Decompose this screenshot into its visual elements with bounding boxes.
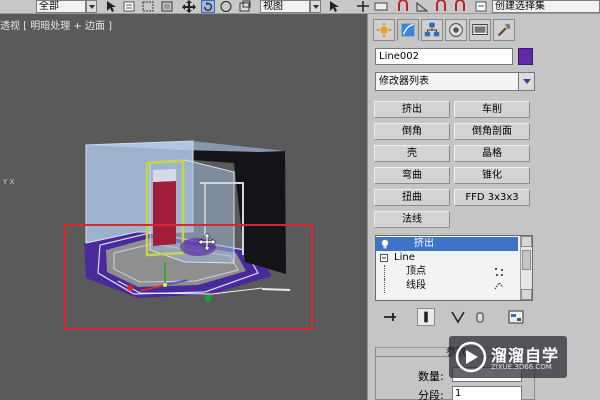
modifier-stack-list[interactable]: 挤出 Line 顶点 线段 [375, 235, 533, 301]
modify-tab-icon[interactable] [397, 19, 419, 41]
modifier-list-arrow-icon[interactable] [518, 72, 535, 91]
percent-snap-icon[interactable] [434, 0, 448, 13]
named-selection-field[interactable]: 创建选择集 [492, 0, 600, 13]
highlight-rectangle [64, 224, 313, 330]
region-select-icon[interactable] [141, 0, 155, 13]
viewport-axis-tripod: Y X [3, 178, 15, 186]
reference-coord-dropdown[interactable]: 视图 [260, 0, 310, 13]
motion-tab-icon[interactable] [445, 19, 467, 41]
modifier-button-extrude[interactable]: 挤出 [374, 101, 450, 118]
scale-box-icon[interactable] [238, 0, 252, 13]
stack-item-extrude[interactable]: 挤出 [376, 237, 518, 251]
watermark-logo-icon [455, 341, 487, 373]
hierarchy-tab-icon[interactable] [421, 19, 443, 41]
modifier-button-normal[interactable]: 法线 [374, 211, 450, 228]
modifier-button-shell[interactable]: 壳 [374, 145, 450, 162]
collapse-icon[interactable] [380, 254, 388, 262]
stack-item-label: 挤出 [414, 238, 434, 249]
stack-item-label: 顶点 [406, 266, 426, 277]
vertex-dots-icon [495, 268, 503, 276]
edit-named-selection-icon[interactable] [474, 0, 488, 13]
make-unique-icon[interactable] [449, 308, 467, 326]
reference-coord-arrow-icon[interactable] [310, 0, 321, 13]
window-crossing-icon[interactable] [160, 0, 174, 13]
segments-label: 分段: [418, 389, 444, 400]
stack-tools [375, 308, 535, 326]
object-name-field[interactable]: Line002 [375, 48, 513, 65]
stack-item-line[interactable]: Line [376, 251, 518, 265]
command-panel-tabs [373, 19, 543, 41]
modifier-button-taper[interactable]: 锥化 [454, 167, 530, 184]
display-tab-icon[interactable] [469, 19, 491, 41]
object-color-swatch[interactable] [518, 48, 533, 65]
watermark-url: ZIXUE.3D66.COM [491, 363, 552, 371]
scene-3d[interactable] [0, 14, 367, 400]
main-toolbar: 全部 视图 创建选择集 [0, 0, 600, 14]
modifier-button-twist[interactable]: 扭曲 [374, 189, 450, 206]
configure-modifier-sets-icon[interactable] [507, 308, 525, 326]
amount-label: 数量: [418, 370, 444, 383]
scroll-down-icon[interactable] [521, 289, 532, 300]
modifier-button-lathe[interactable]: 车削 [454, 101, 530, 118]
command-panel-scrollbar[interactable] [584, 44, 599, 400]
manipulate-icon[interactable] [356, 0, 370, 13]
lightbulb-icon[interactable] [380, 239, 390, 249]
segment-icon [494, 282, 504, 290]
stack-item-label: Line [394, 252, 415, 263]
modifier-list-dropdown[interactable]: 修改器列表 [375, 72, 535, 91]
scroll-thumb[interactable] [522, 250, 531, 270]
modifier-button-bevel[interactable]: 倒角 [374, 123, 450, 140]
tree-line [384, 265, 385, 279]
select-rotate-icon[interactable] [201, 0, 215, 13]
selection-filter-dropdown[interactable]: 全部 [36, 0, 86, 13]
door-transom [153, 169, 176, 182]
create-tab-icon[interactable] [373, 19, 395, 41]
stack-item-vertex[interactable]: 顶点 [376, 265, 518, 279]
scroll-up-icon[interactable] [521, 236, 532, 247]
select-scale-icon[interactable] [219, 0, 233, 13]
select-move-icon[interactable] [182, 0, 196, 13]
perspective-viewport[interactable]: 透视 [ 明暗处理 + 边面 ] Y X [0, 14, 367, 400]
select-object-icon[interactable] [104, 0, 118, 13]
keyboard-shortcut-icon[interactable] [374, 0, 388, 13]
modifier-button-lattice[interactable]: 晶格 [454, 145, 530, 162]
selection-filter-arrow-icon[interactable] [86, 0, 97, 13]
show-end-result-icon[interactable] [417, 308, 435, 326]
pin-stack-icon[interactable] [381, 308, 399, 326]
remove-modifier-icon[interactable] [471, 308, 489, 326]
tree-line [384, 279, 385, 293]
modifier-button-bevel-profile[interactable]: 倒角剖面 [454, 123, 530, 140]
snap-2d-icon[interactable] [396, 0, 410, 13]
stack-item-segment[interactable]: 线段 [376, 279, 518, 293]
stack-scrollbar[interactable] [520, 236, 532, 300]
modifier-button-bend[interactable]: 弯曲 [374, 167, 450, 184]
stack-item-label: 线段 [406, 280, 426, 291]
angle-snap-icon[interactable] [415, 0, 429, 13]
utilities-tab-icon[interactable] [493, 19, 515, 41]
segments-field[interactable]: 1 [452, 386, 522, 400]
watermark: 溜溜自学 ZIXUE.3D66.COM [449, 336, 567, 378]
spinner-snap-icon[interactable] [453, 0, 467, 13]
modifier-button-ffd[interactable]: FFD 3x3x3 [454, 189, 530, 206]
select-by-name-icon[interactable] [122, 0, 136, 13]
pivot-icon[interactable] [327, 0, 341, 13]
